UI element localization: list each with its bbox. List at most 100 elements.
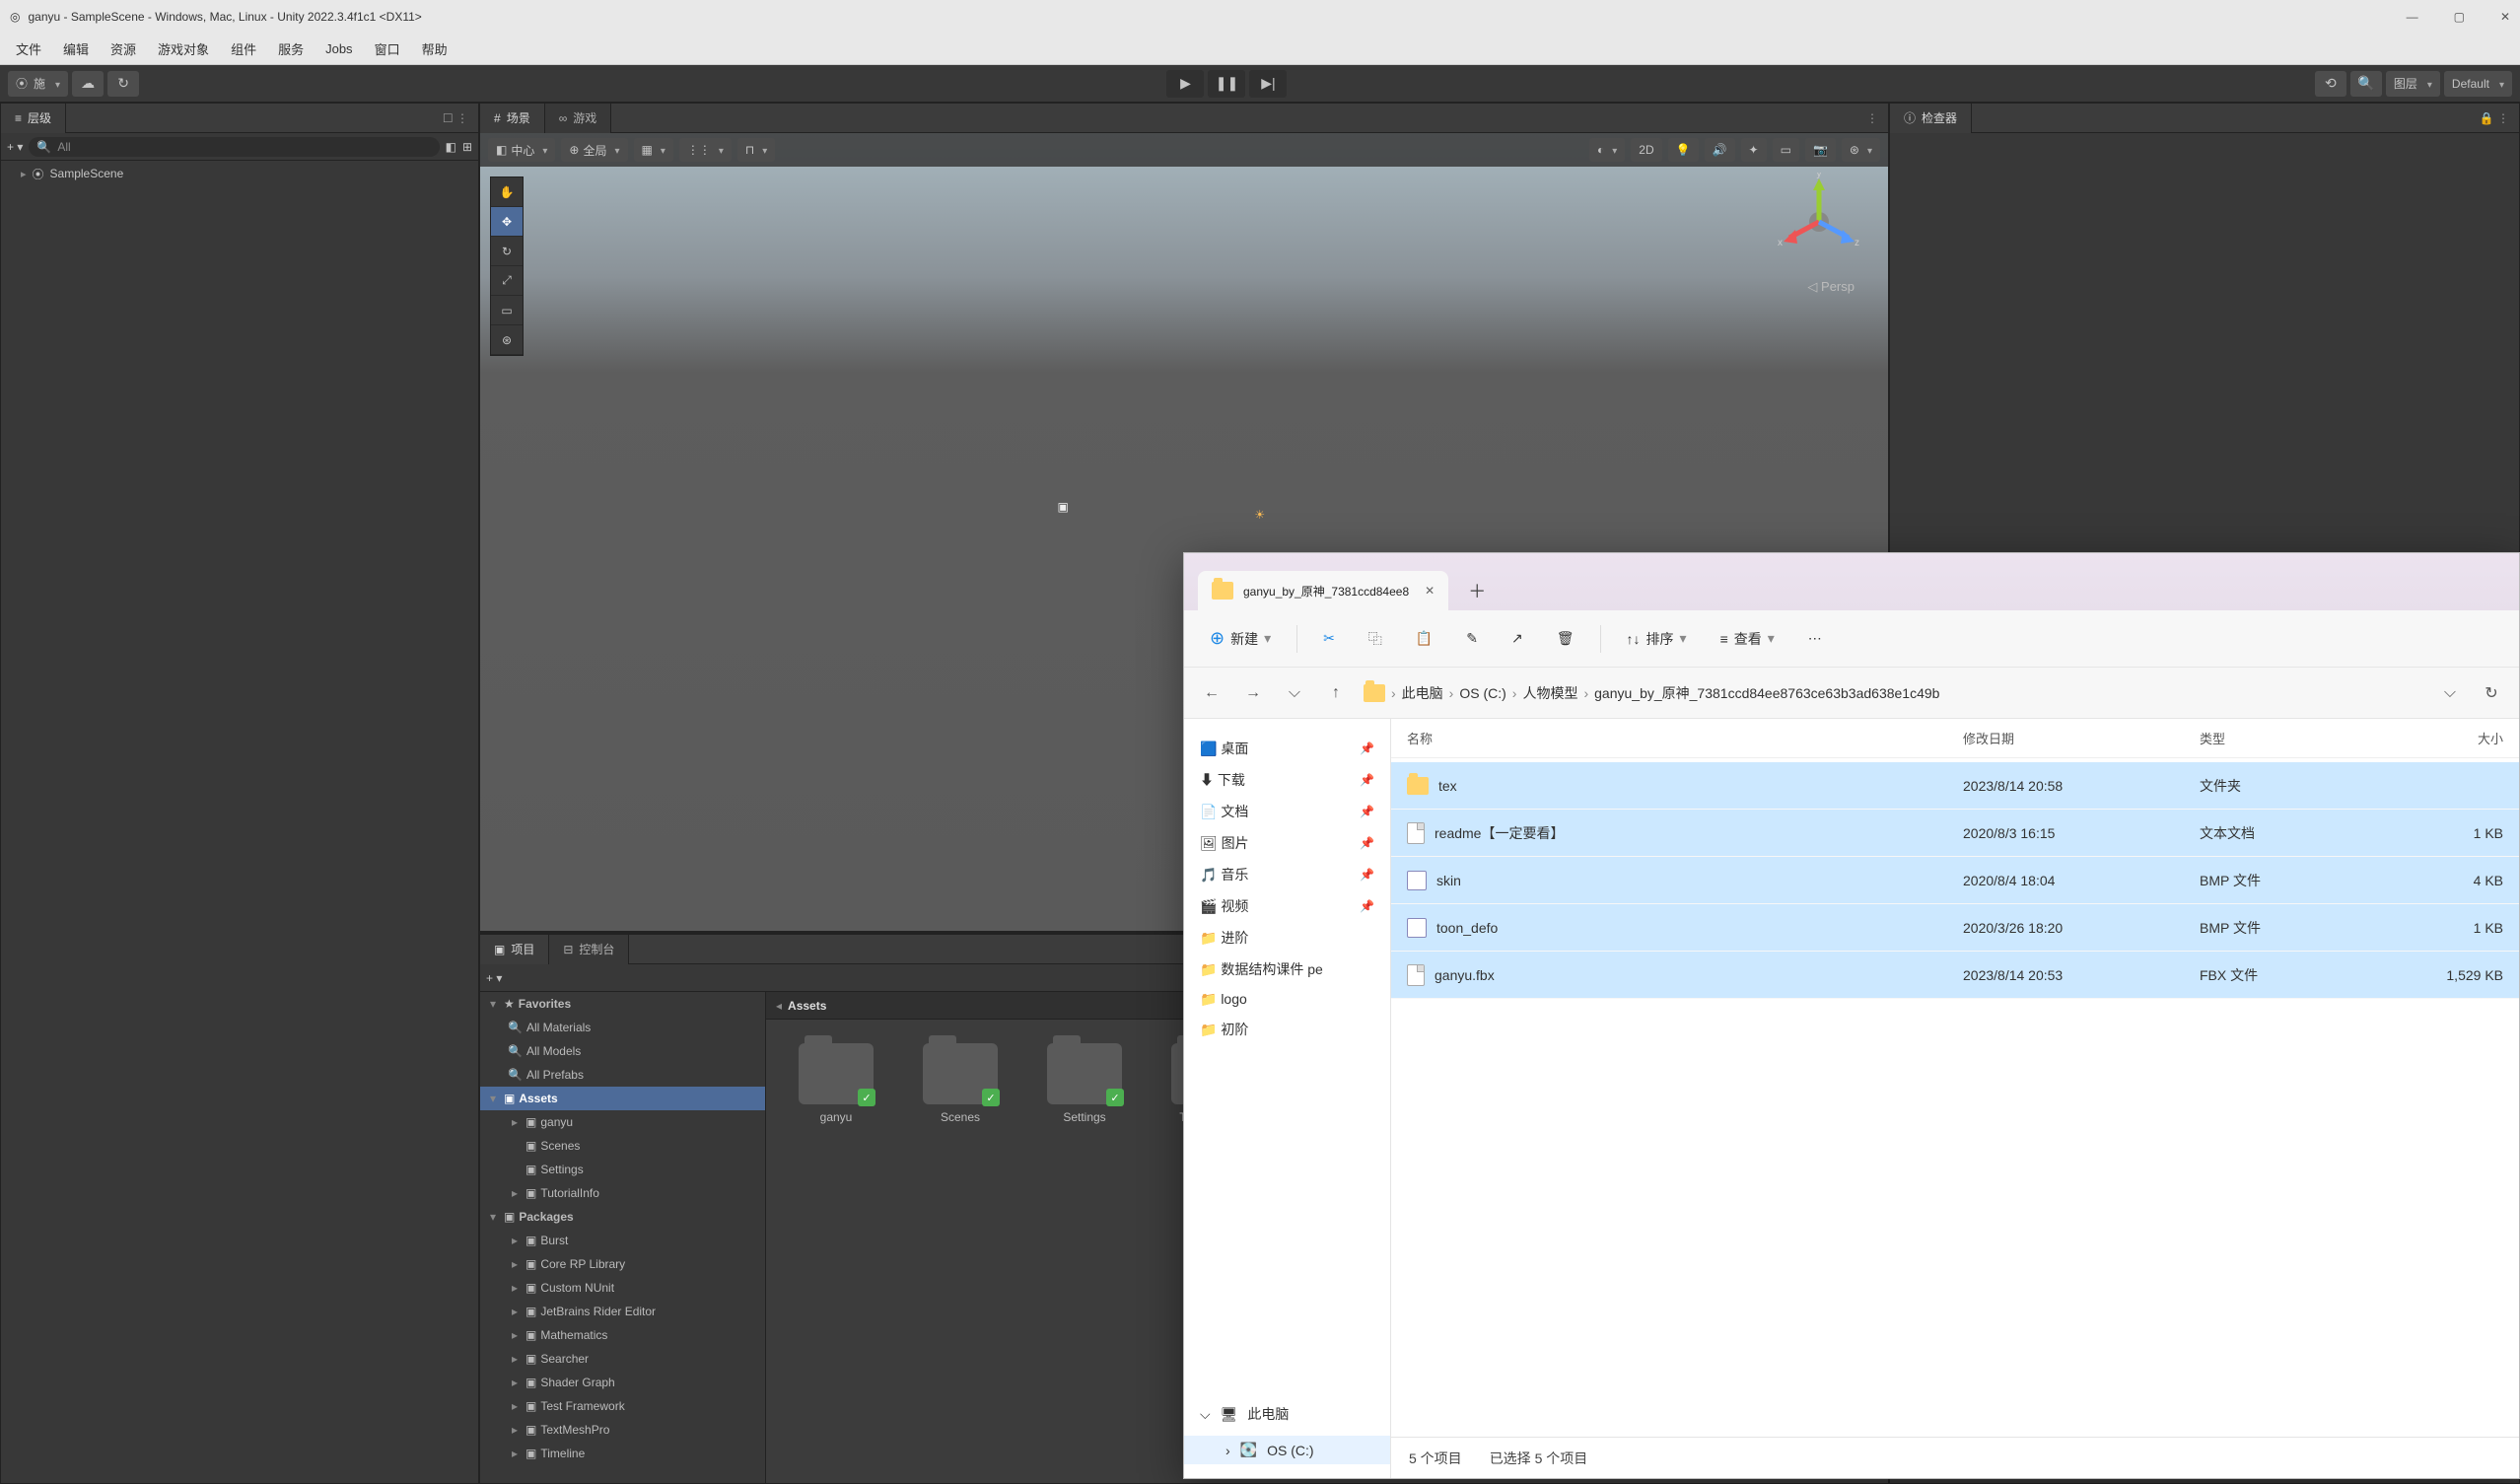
scene-camera-button[interactable]: 📷 (1805, 138, 1836, 162)
tree-tutorialinfo[interactable]: ▸▣ TutorialInfo (480, 1181, 765, 1205)
col-name[interactable]: 名称 (1391, 729, 1947, 747)
side-this-pc[interactable]: ⌵🖥 此电脑 (1184, 1398, 1390, 1430)
sidebar-item[interactable]: 📁 数据结构课件 pe (1184, 954, 1390, 985)
menu-edit[interactable]: 编辑 (53, 35, 99, 62)
project-tree[interactable]: ▾★ Favorites 🔍 All Materials 🔍 All Model… (480, 992, 766, 1483)
menu-window[interactable]: 窗口 (365, 35, 410, 62)
gizmos-toggle-button[interactable]: ⊛ (1842, 138, 1880, 162)
hierarchy-search-input[interactable]: 🔍 All (29, 137, 439, 157)
project-grid-item[interactable]: ✓Settings (1032, 1043, 1137, 1124)
explorer-delete-button[interactable]: 🗑 (1549, 624, 1582, 653)
explorer-share-button[interactable]: ↗ (1504, 624, 1531, 653)
transform-tool[interactable]: ⊛ (491, 325, 523, 355)
pkg-rider[interactable]: ▸▣ JetBrains Rider Editor (480, 1300, 765, 1323)
pkg-testfw[interactable]: ▸▣ Test Framework (480, 1394, 765, 1418)
project-create-button[interactable]: + ▾ (486, 971, 502, 985)
sidebar-item[interactable]: 🟦 桌面📌 (1184, 733, 1390, 764)
menu-jobs[interactable]: Jobs (315, 37, 362, 60)
explorer-copy-button[interactable]: ⿻ (1361, 623, 1390, 655)
explorer-cut-button[interactable]: ✂ (1315, 624, 1343, 653)
explorer-breadcrumb[interactable]: ›此电脑 ›OS (C:) ›人物模型 ›ganyu_by_原神_7381ccd… (1364, 683, 2422, 703)
menu-assets[interactable]: 资源 (101, 35, 146, 62)
camera-gizmo-icon[interactable]: ▣ (1057, 500, 1068, 514)
minimize-button[interactable]: — (2407, 10, 2418, 24)
account-dropdown[interactable]: ⦿施 (8, 71, 68, 97)
fav-all-prefabs[interactable]: 🔍 All Prefabs (480, 1063, 765, 1087)
explorer-sort-button[interactable]: ↑↓ 排序 ▾ (1619, 623, 1695, 655)
explorer-path-dropdown[interactable]: ⌵ (2436, 679, 2464, 707)
file-row[interactable]: tex2023/8/14 20:58文件夹 (1391, 762, 2519, 810)
hierarchy-tab[interactable]: ≡ 层级 (1, 104, 66, 133)
scene-menu-button[interactable]: ⋮ (1856, 111, 1888, 125)
rotate-tool[interactable]: ↻ (491, 237, 523, 266)
hierarchy-scene-root[interactable]: ⦿ SampleScene (1, 161, 478, 186)
menu-help[interactable]: 帮助 (412, 35, 457, 62)
menu-services[interactable]: 服务 (268, 35, 314, 62)
projection-label[interactable]: ◁ Persp (1807, 279, 1855, 295)
audio-toggle-button[interactable]: 🔊 (1705, 138, 1735, 162)
sidebar-item[interactable]: 🎵 音乐📌 (1184, 859, 1390, 890)
hierarchy-create-button[interactable]: + ▾ (7, 140, 23, 154)
file-row[interactable]: readme【一定要看】2020/8/3 16:15文本文档1 KB (1391, 810, 2519, 857)
explorer-tab-close[interactable]: ✕ (1425, 584, 1435, 598)
history-button[interactable]: ↻ (107, 71, 139, 97)
sidebar-item[interactable]: ⬇ 下载📌 (1184, 764, 1390, 796)
tree-ganyu[interactable]: ▸▣ ganyu (480, 1110, 765, 1134)
close-button[interactable]: ✕ (2500, 10, 2510, 24)
explorer-paste-button[interactable]: 📋 (1408, 624, 1440, 653)
lighting-toggle-button[interactable]: 💡 (1668, 138, 1699, 162)
explorer-column-headers[interactable]: 名称 修改日期 类型 大小 (1391, 719, 2519, 758)
pivot-mode-button[interactable]: ◧中心 (488, 138, 555, 162)
pause-button[interactable]: ❚❚ (1208, 70, 1245, 98)
project-breadcrumb[interactable]: Assets (788, 999, 826, 1013)
scale-tool[interactable]: ⤢ (491, 266, 523, 296)
pkg-tmp[interactable]: ▸▣ TextMeshPro (480, 1418, 765, 1442)
project-tab[interactable]: ▣ 项目 (480, 935, 549, 964)
tree-settings[interactable]: ▣ Settings (480, 1158, 765, 1181)
tree-scenes[interactable]: ▣ Scenes (480, 1134, 765, 1158)
file-explorer-window[interactable]: ganyu_by_原神_7381ccd84ee8 ✕ ＋ ⊕新建 ▾ ✂ ⿻ 📋… (1183, 552, 2520, 1479)
sidebar-item[interactable]: 📁 logo (1184, 985, 1390, 1014)
explorer-titlebar[interactable]: ganyu_by_原神_7381ccd84ee8 ✕ ＋ (1184, 553, 2519, 610)
light-gizmo-icon[interactable]: ☀ (1254, 508, 1265, 522)
draw-mode-button[interactable]: ◐ (1589, 138, 1625, 162)
file-row[interactable]: skin2020/8/4 18:04BMP 文件4 KB (1391, 857, 2519, 904)
game-tab[interactable]: ∞ 游戏 (545, 104, 612, 133)
menu-file[interactable]: 文件 (6, 35, 51, 62)
hierarchy-filter-button[interactable]: ◧ (446, 140, 456, 154)
explorer-forward-button[interactable]: → (1239, 679, 1267, 707)
menu-component[interactable]: 组件 (221, 35, 266, 62)
maximize-button[interactable]: ▢ (2454, 10, 2465, 24)
move-tool[interactable]: ✥ (491, 207, 523, 237)
file-row[interactable]: ganyu.fbx2023/8/14 20:53FBX 文件1,529 KB (1391, 952, 2519, 999)
search-button[interactable]: 🔍 (2350, 71, 2382, 97)
hierarchy-type-button[interactable]: ⊞ (462, 140, 472, 154)
console-tab[interactable]: ⊟ 控制台 (549, 935, 629, 964)
pkg-math[interactable]: ▸▣ Mathematics (480, 1323, 765, 1347)
pkg-nunit[interactable]: ▸▣ Custom NUnit (480, 1276, 765, 1300)
side-drive-c[interactable]: ›💽 OS (C:) (1184, 1436, 1390, 1464)
sidebar-item[interactable]: 🎬 视频📌 (1184, 890, 1390, 922)
explorer-refresh-button[interactable]: ↻ (2478, 679, 2505, 707)
col-date[interactable]: 修改日期 (1947, 729, 2184, 747)
step-button[interactable]: ▶| (1249, 70, 1287, 98)
explorer-tab[interactable]: ganyu_by_原神_7381ccd84ee8 ✕ (1198, 571, 1448, 610)
pkg-searcher[interactable]: ▸▣ Searcher (480, 1347, 765, 1371)
layout-dropdown[interactable]: Default (2444, 71, 2512, 97)
explorer-new-tab[interactable]: ＋ (1468, 578, 1486, 603)
pkg-shadergraph[interactable]: ▸▣ Shader Graph (480, 1371, 765, 1394)
explorer-recent-button[interactable]: ⌵ (1281, 679, 1308, 707)
fx-toggle-button[interactable]: ✦ (1741, 138, 1767, 162)
col-size[interactable]: 大小 (2381, 729, 2519, 747)
explorer-rename-button[interactable]: ✎ (1458, 624, 1486, 653)
menu-gameobject[interactable]: 游戏对象 (148, 35, 219, 62)
sidebar-item[interactable]: 📁 初阶 (1184, 1014, 1390, 1045)
inspector-menu-button[interactable]: 🔒 ⋮ (2470, 111, 2519, 125)
sidebar-item[interactable]: 📁 进阶 (1184, 922, 1390, 954)
explorer-more-button[interactable]: ⋯ (1800, 624, 1830, 653)
fav-all-models[interactable]: 🔍 All Models (480, 1039, 765, 1063)
project-grid-item[interactable]: ✓ganyu (784, 1043, 888, 1124)
undo-history-button[interactable]: ⟲ (2315, 71, 2346, 97)
explorer-up-button[interactable]: ↑ (1322, 679, 1350, 707)
scene-visibility-button[interactable]: ▭ (1773, 138, 1799, 162)
